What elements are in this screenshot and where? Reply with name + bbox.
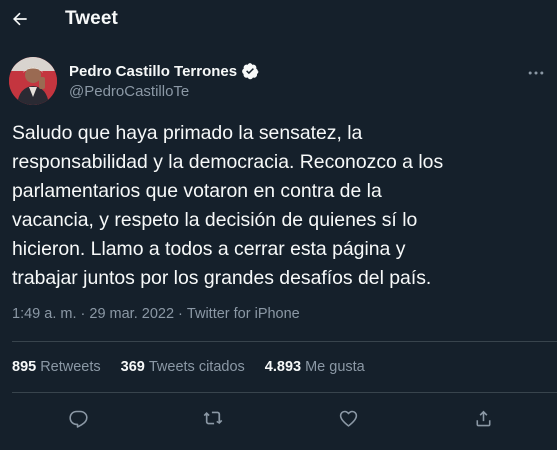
divider bbox=[12, 341, 557, 342]
retweets-label: Retweets bbox=[40, 359, 101, 375]
share-button[interactable] bbox=[468, 403, 498, 433]
retweets-stat[interactable]: 895 Retweets bbox=[12, 359, 101, 375]
action-bar bbox=[0, 400, 557, 436]
share-icon bbox=[476, 410, 490, 426]
heart-icon bbox=[339, 410, 357, 427]
back-button[interactable] bbox=[6, 5, 34, 33]
reply-icon bbox=[68, 410, 88, 428]
author-block: Pedro Castillo Terrones @PedroCastilloTe bbox=[0, 49, 557, 109]
meta-separator: · bbox=[174, 306, 187, 322]
retweets-count: 895 bbox=[12, 359, 37, 375]
page-title: Tweet bbox=[65, 8, 118, 29]
arrow-left-icon bbox=[13, 12, 27, 26]
top-bar: Tweet bbox=[0, 0, 557, 39]
tweet-time[interactable]: 1:49 a. m. bbox=[12, 306, 76, 322]
retweet-button[interactable] bbox=[198, 403, 228, 433]
likes-label: Me gusta bbox=[305, 359, 365, 375]
retweet-icon bbox=[203, 411, 223, 425]
avatar[interactable] bbox=[9, 57, 57, 105]
likes-stat[interactable]: 4.893 Me gusta bbox=[265, 359, 365, 375]
avatar-image bbox=[9, 57, 57, 105]
quotes-count: 369 bbox=[120, 359, 145, 375]
tweet-source[interactable]: Twitter for iPhone bbox=[187, 306, 300, 322]
verified-badge-icon bbox=[241, 62, 259, 80]
more-horizontal-icon bbox=[528, 71, 544, 75]
tweet-stats: 895 Retweets 369 Tweets citados 4.893 Me gu… bbox=[12, 359, 365, 375]
more-button[interactable] bbox=[524, 61, 548, 85]
quotes-stat[interactable]: 369 Tweets citados bbox=[121, 359, 245, 375]
reply-button[interactable] bbox=[63, 403, 93, 433]
quotes-label: Tweets citados bbox=[148, 359, 245, 375]
author-handle[interactable]: @PedroCastilloTe bbox=[69, 83, 189, 100]
tweet-text: Saludo que haya primado la sensatez, la … bbox=[12, 122, 444, 289]
meta-separator: · bbox=[76, 306, 90, 322]
divider bbox=[12, 392, 557, 393]
tweet-date[interactable]: 29 mar. 2022 bbox=[89, 306, 174, 322]
like-button[interactable] bbox=[333, 403, 363, 433]
author-name[interactable]: Pedro Castillo Terrones bbox=[69, 63, 237, 80]
tweet-meta: 1:49 a. m. · 29 mar. 2022 · Twitter for … bbox=[12, 306, 300, 322]
likes-count: 4.893 bbox=[264, 359, 302, 375]
